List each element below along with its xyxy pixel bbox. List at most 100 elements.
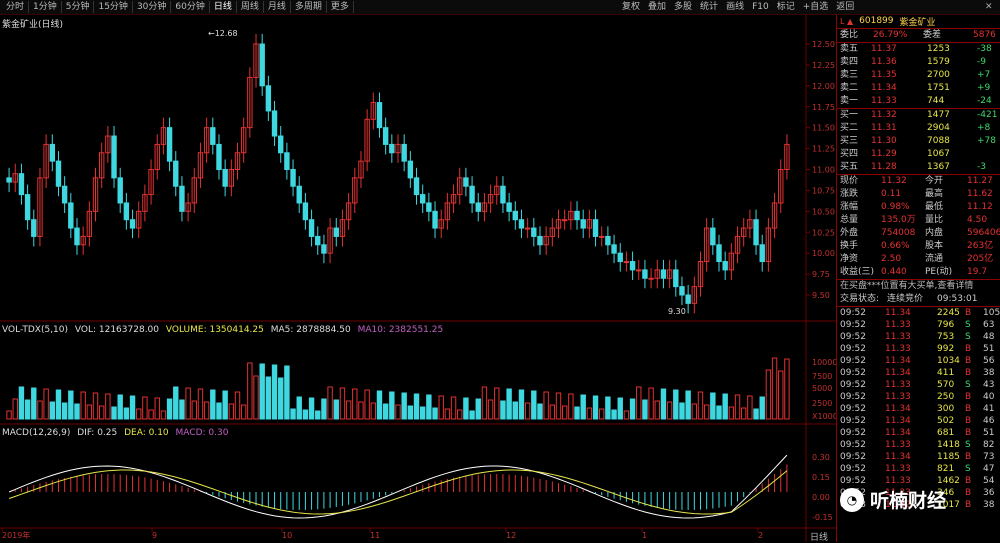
volume-bar: [55, 389, 62, 420]
tick-p: 11.33: [885, 380, 911, 390]
stat-row: 现价 11.32 今开 11.27: [837, 175, 1000, 188]
stat-v1: 0.11: [881, 189, 902, 199]
tick-v: 681: [937, 428, 955, 438]
stat-l1: 涨跌: [840, 189, 859, 199]
bids-level[interactable]: 买二 11.31 2904 +8: [837, 122, 1000, 135]
candle-body: [617, 252, 623, 263]
stat-row: 净资 2.50 流通 205亿: [837, 253, 1000, 266]
macd-tick-label: 0.00: [812, 493, 830, 502]
tick-n: 105: [983, 308, 1000, 318]
tick-p: 11.34: [885, 416, 911, 426]
asks-price: 11.37: [871, 44, 897, 54]
tab-period-9[interactable]: 多周期: [291, 1, 327, 13]
tick-d: B: [965, 308, 972, 318]
volume-bar: [364, 389, 370, 420]
candle-body: [210, 127, 216, 145]
tick-row: 09:52 11.33 1418 S 82: [837, 439, 1000, 451]
asks-level[interactable]: 卖三 11.35 2700 +7: [837, 69, 1000, 82]
tick-v: 502: [937, 416, 955, 426]
date-label: 1: [642, 531, 647, 540]
stock-code: 601899: [859, 16, 894, 26]
tab-period-2[interactable]: 5分钟: [62, 1, 95, 13]
tick-p: 11.34: [885, 356, 911, 366]
tab-period-6[interactable]: 日线: [210, 1, 237, 13]
status-time: 09:53:01: [937, 294, 978, 304]
candle-body: [302, 202, 309, 221]
tab-period-0[interactable]: 分时: [2, 1, 30, 13]
tool-button-6[interactable]: 标记: [773, 1, 799, 13]
asks-chg: -38: [977, 44, 992, 54]
tool-button-4[interactable]: 画线: [722, 1, 748, 13]
volume-bar: [771, 357, 778, 420]
volume-bar: [179, 399, 185, 420]
tab-period-10[interactable]: 更多: [327, 1, 354, 13]
trade-status: 交易状态: 连续竞价 09:53:01: [837, 293, 1000, 306]
volume-bar: [43, 388, 49, 420]
tab-period-5[interactable]: 60分钟: [171, 1, 210, 13]
tool-button-1[interactable]: 叠加: [644, 1, 670, 13]
volume-bar: [24, 399, 31, 420]
asks-vol: 1751: [927, 83, 950, 93]
candle-body: [605, 235, 611, 246]
volume-bar: [308, 397, 315, 420]
bids-level[interactable]: 买四 11.29 1067: [837, 148, 1000, 161]
volume-bar: [599, 408, 605, 420]
macd-tick-label: -0.15: [812, 513, 833, 522]
price-tick-label: 11.75: [812, 103, 835, 112]
tool-button-3[interactable]: 统计: [696, 1, 722, 13]
date-label: 10: [282, 531, 292, 540]
tool-button-7[interactable]: +自选: [799, 1, 833, 13]
tab-period-1[interactable]: 1分钟: [29, 1, 62, 13]
close-icon[interactable]: ✕: [985, 1, 993, 13]
tick-v: 992: [937, 344, 955, 354]
vol-ma10-value: MA10: 2382551.25: [357, 325, 444, 335]
stock-name: 紫金矿业: [899, 17, 936, 28]
tool-button-8[interactable]: 返回: [832, 1, 858, 13]
asks-level[interactable]: 卖一 11.33 744 -24: [837, 95, 1000, 108]
volume-bar: [426, 394, 432, 420]
ask-levels: 卖五 11.37 1253 -38 卖四 11.36 1579 -9 卖三 11.35 2700 +7…: [837, 43, 1000, 108]
candle-body: [561, 219, 568, 222]
tick-v: 796: [937, 320, 955, 330]
volume-bar: [265, 376, 272, 420]
bids-label: 买二: [840, 123, 859, 133]
quote-panel: L ▲ 601899 紫金矿业 委比 26.79% 委差 5876 卖五 11.3…: [836, 14, 1000, 542]
tab-period-4[interactable]: 30分钟: [133, 1, 172, 13]
chart-title: 紫金矿业(日线): [2, 20, 64, 30]
date-label: 9: [152, 531, 157, 540]
tool-button-5[interactable]: F10: [748, 1, 773, 13]
tab-period-8[interactable]: 月线: [264, 1, 291, 13]
candle-body: [401, 143, 407, 162]
asks-level[interactable]: 卖四 11.36 1579 -9: [837, 56, 1000, 69]
bids-level[interactable]: 买五 11.28 1367 -3: [837, 161, 1000, 174]
asks-chg: -9: [977, 57, 986, 67]
tool-button-2[interactable]: 多股: [670, 1, 696, 13]
bids-price: 11.28: [871, 162, 897, 172]
tick-t: 09:52: [840, 404, 866, 414]
volume-bar: [654, 400, 660, 420]
tick-n: 41: [983, 404, 995, 414]
big-order-notice[interactable]: 在买盘***位置有大买单,查看详情: [837, 280, 1000, 293]
asks-level[interactable]: 卖二 11.34 1751 +9: [837, 82, 1000, 95]
asks-price: 11.33: [871, 96, 897, 106]
stat-l1: 总量: [840, 215, 859, 225]
tick-row: 09:52 11.33 570 S 43: [837, 379, 1000, 391]
stat-l1: 净资: [840, 254, 859, 264]
tool-button-0[interactable]: 复权: [618, 1, 644, 13]
candle-body: [574, 210, 580, 221]
candle-body: [222, 169, 228, 187]
asks-level[interactable]: 卖五 11.37 1253 -38: [837, 43, 1000, 56]
tick-p: 11.33: [885, 392, 911, 402]
tick-d: B: [965, 416, 972, 426]
asks-label: 卖一: [840, 96, 859, 106]
volume-bar: [296, 396, 302, 420]
volume-bar: [728, 406, 735, 420]
bids-level[interactable]: 买一 11.32 1477 -421: [837, 109, 1000, 122]
tick-list[interactable]: 09:52 11.34 2245 B 105 09:52 11.33 796 S 63 09:52 1…: [837, 307, 1000, 511]
stat-l1: 涨幅: [840, 202, 859, 212]
volume-bar: [617, 397, 623, 420]
tab-period-7[interactable]: 周线: [237, 1, 264, 13]
bids-level[interactable]: 买三 11.30 7088 +78: [837, 135, 1000, 148]
kline-chart[interactable]: 12.50 12.25 12.00 11.75 11.50 11.25 11.00 10.75…: [0, 14, 836, 542]
tab-period-3[interactable]: 15分钟: [94, 1, 133, 13]
